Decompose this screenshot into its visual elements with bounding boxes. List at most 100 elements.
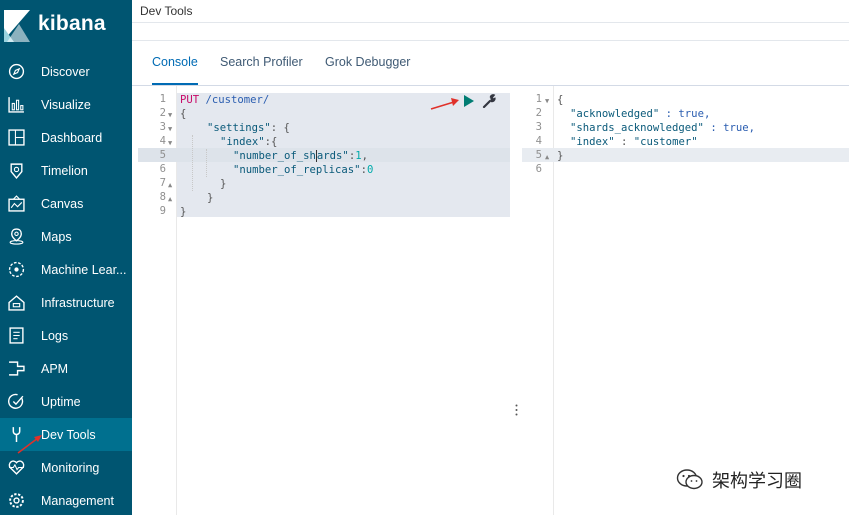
sidebar-item-monitoring[interactable]: Monitoring	[0, 451, 132, 484]
json-punct: :	[614, 136, 634, 148]
code-line: }	[220, 178, 227, 190]
sidebar-item-apm[interactable]: APM	[0, 352, 132, 385]
json-value: : true,	[659, 108, 711, 120]
sidebar-item-label: Machine Lear...	[41, 262, 127, 277]
compass-icon	[8, 63, 25, 80]
sidebar-item-label: Management	[41, 493, 114, 508]
sidebar-item-canvas[interactable]: Canvas	[0, 187, 132, 220]
json-key: "shards_acknowledged"	[570, 122, 704, 134]
json-value: 0	[366, 164, 374, 176]
sidebar-item-uptime[interactable]: Uptime	[0, 385, 132, 418]
code-line: PUT /customer/	[180, 93, 269, 107]
sidebar-item-logs[interactable]: Logs	[0, 319, 132, 352]
json-value: "customer"	[633, 136, 698, 148]
sidebar: kibana Discover Visualize Dashboard Time…	[0, 0, 132, 515]
apm-icon	[9, 361, 25, 376]
code-line: }	[557, 150, 564, 162]
response-output[interactable]: 1 2 3 4 5 6 ▼ ▲ { "acknowledged" : true,…	[522, 86, 849, 515]
sidebar-item-label: Visualize	[41, 97, 91, 112]
annotation-arrow	[430, 98, 459, 110]
line-number: 4	[159, 135, 166, 147]
tab-console[interactable]: Console	[152, 55, 198, 85]
wechat-icon	[676, 469, 703, 490]
line-number: 4	[535, 135, 542, 147]
sidebar-item-label: Infrastructure	[41, 295, 115, 310]
json-punct: : {	[270, 122, 290, 134]
json-punct: ,	[361, 150, 368, 162]
dashboard-icon	[8, 129, 25, 146]
json-key: "number_of_replicas"	[233, 164, 361, 176]
fold-toggle-icon[interactable]: ▼	[168, 125, 172, 133]
json-key: "acknowledged"	[570, 108, 660, 120]
sidebar-item-label: Uptime	[41, 394, 81, 409]
sidebar-item-label: Canvas	[41, 196, 84, 211]
line-number: 5	[535, 149, 542, 161]
canvas-icon	[8, 195, 25, 212]
line-number: 3	[159, 121, 166, 133]
sidebar-item-label: Discover	[41, 64, 90, 79]
logs-icon	[9, 327, 24, 344]
fold-toggle-icon[interactable]: ▲	[168, 181, 172, 189]
request-editor[interactable]: 1 2 3 4 5 6 7 8 9 ▼ ▼ ▼ ▲ ▲ PUT /custome…	[132, 86, 512, 515]
watermark: 架构学习圈	[676, 466, 802, 494]
sidebar-item-label: APM	[41, 361, 69, 376]
json-key: ards"	[316, 150, 349, 162]
code-line: }	[180, 206, 187, 218]
line-number: 5	[159, 149, 166, 161]
line-number: 9	[159, 205, 166, 217]
fold-toggle-icon[interactable]: ▲	[168, 195, 172, 203]
fold-toggle-icon[interactable]: ▲	[545, 153, 549, 161]
active-line	[522, 148, 849, 162]
sidebar-item-management[interactable]: Management	[0, 484, 132, 515]
indent-guide	[206, 149, 207, 177]
timelion-icon	[10, 163, 23, 179]
line-number: 1	[535, 93, 542, 105]
code-line: "acknowledged" : true,	[570, 107, 710, 121]
tab-search-profiler[interactable]: Search Profiler	[220, 55, 303, 85]
sidebar-item-discover[interactable]: Discover	[0, 55, 132, 88]
json-key: "index"	[220, 136, 265, 148]
code-line: "index" : "customer"	[570, 135, 698, 149]
sidebar-item-maps[interactable]: Maps	[0, 220, 132, 253]
resize-handle-icon[interactable]	[515, 404, 518, 416]
line-number: 1	[159, 93, 166, 105]
sidebar-item-label: Dev Tools	[41, 427, 96, 442]
line-number: 3	[535, 121, 542, 133]
console-editor: 1 2 3 4 5 6 7 8 9 ▼ ▼ ▼ ▲ ▲ PUT /custome…	[132, 86, 849, 515]
machine-learning-icon	[8, 261, 25, 278]
code-line: "settings": {	[207, 121, 290, 135]
json-key: "settings"	[207, 122, 271, 134]
sidebar-item-label: Maps	[41, 229, 72, 244]
kibana-logo[interactable]: kibana	[0, 0, 132, 52]
header-bar: Dev Tools	[132, 0, 849, 23]
fold-toggle-icon[interactable]: ▼	[168, 139, 172, 147]
wrench-icon[interactable]	[482, 94, 496, 108]
code-line: "index":{	[220, 135, 277, 149]
tab-grok-debugger[interactable]: Grok Debugger	[325, 55, 410, 85]
watermark-text: 架构学习圈	[712, 471, 802, 492]
sidebar-item-infrastructure[interactable]: Infrastructure	[0, 286, 132, 319]
gear-icon	[9, 493, 24, 508]
kibana-logo-icon	[4, 10, 30, 42]
map-pin-icon	[9, 228, 24, 245]
sidebar-item-timelion[interactable]: Timelion	[0, 154, 132, 187]
run-request-button[interactable]	[463, 95, 475, 107]
indent-guide	[192, 135, 193, 191]
fold-toggle-icon[interactable]: ▼	[545, 97, 549, 105]
code-line: {	[557, 94, 564, 106]
brand-name: kibana	[38, 12, 106, 35]
sidebar-item-machine-learning[interactable]: Machine Lear...	[0, 253, 132, 286]
code-line: "number_of_shards":1,	[233, 149, 368, 163]
sidebar-item-dashboard[interactable]: Dashboard	[0, 121, 132, 154]
json-key: "index"	[570, 136, 615, 148]
http-method: PUT	[180, 94, 200, 106]
sub-header	[132, 23, 849, 41]
infrastructure-icon	[8, 295, 25, 311]
fold-toggle-icon[interactable]: ▼	[168, 111, 172, 119]
sidebar-item-label: Monitoring	[41, 460, 100, 475]
chart-icon	[8, 97, 24, 113]
json-value: : true,	[703, 122, 755, 134]
sidebar-item-label: Logs	[41, 328, 69, 343]
sidebar-item-visualize[interactable]: Visualize	[0, 88, 132, 121]
code-line: "number_of_replicas":0	[233, 163, 373, 177]
